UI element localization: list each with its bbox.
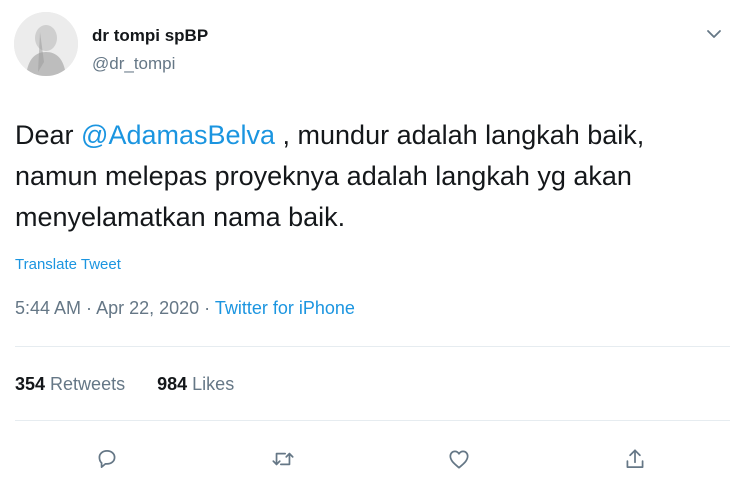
meta-separator: · xyxy=(81,298,97,318)
likes-count: 984 xyxy=(157,374,188,394)
retweets-stat[interactable]: 354 Retweets xyxy=(15,374,125,394)
share-button[interactable] xyxy=(618,442,652,476)
mention-link[interactable]: @AdamasBelva xyxy=(81,120,275,150)
share-icon xyxy=(626,449,644,468)
tweet-text: Dear @AdamasBelva , mundur adalah langka… xyxy=(15,115,730,238)
reply-button[interactable] xyxy=(90,442,124,476)
divider xyxy=(15,346,730,347)
user-handle[interactable]: @dr_tompi xyxy=(92,54,175,74)
retweet-button[interactable] xyxy=(266,442,300,476)
tweet-source-link[interactable]: Twitter for iPhone xyxy=(215,298,355,318)
retweet-icon xyxy=(272,452,294,466)
retweets-count: 354 xyxy=(15,374,46,394)
avatar[interactable] xyxy=(14,12,78,76)
display-name[interactable]: dr tompi spBP xyxy=(92,26,208,46)
tweet-metadata: 5:44 AM · Apr 22, 2020 · Twitter for iPh… xyxy=(15,298,355,319)
tweet-date[interactable]: Apr 22, 2020 xyxy=(96,298,199,318)
heart-icon xyxy=(449,450,469,469)
like-button[interactable] xyxy=(442,442,476,476)
likes-stat[interactable]: 984 Likes xyxy=(157,374,234,394)
reply-icon xyxy=(98,450,116,468)
retweets-label: Retweets xyxy=(45,374,126,394)
meta-separator-2: · xyxy=(199,298,215,318)
engagement-stats: 354 Retweets 984 Likes xyxy=(15,374,234,395)
tweet-text-start: Dear xyxy=(15,120,82,150)
chevron-down-icon[interactable] xyxy=(702,24,726,44)
likes-label: Likes xyxy=(187,374,235,394)
tweet-time[interactable]: 5:44 AM xyxy=(15,298,81,318)
translate-tweet-link[interactable]: Translate Tweet xyxy=(15,256,121,273)
tweet-card: dr tompi spBP @dr_tompi Dear @AdamasBelv… xyxy=(0,0,745,489)
divider xyxy=(15,420,730,421)
